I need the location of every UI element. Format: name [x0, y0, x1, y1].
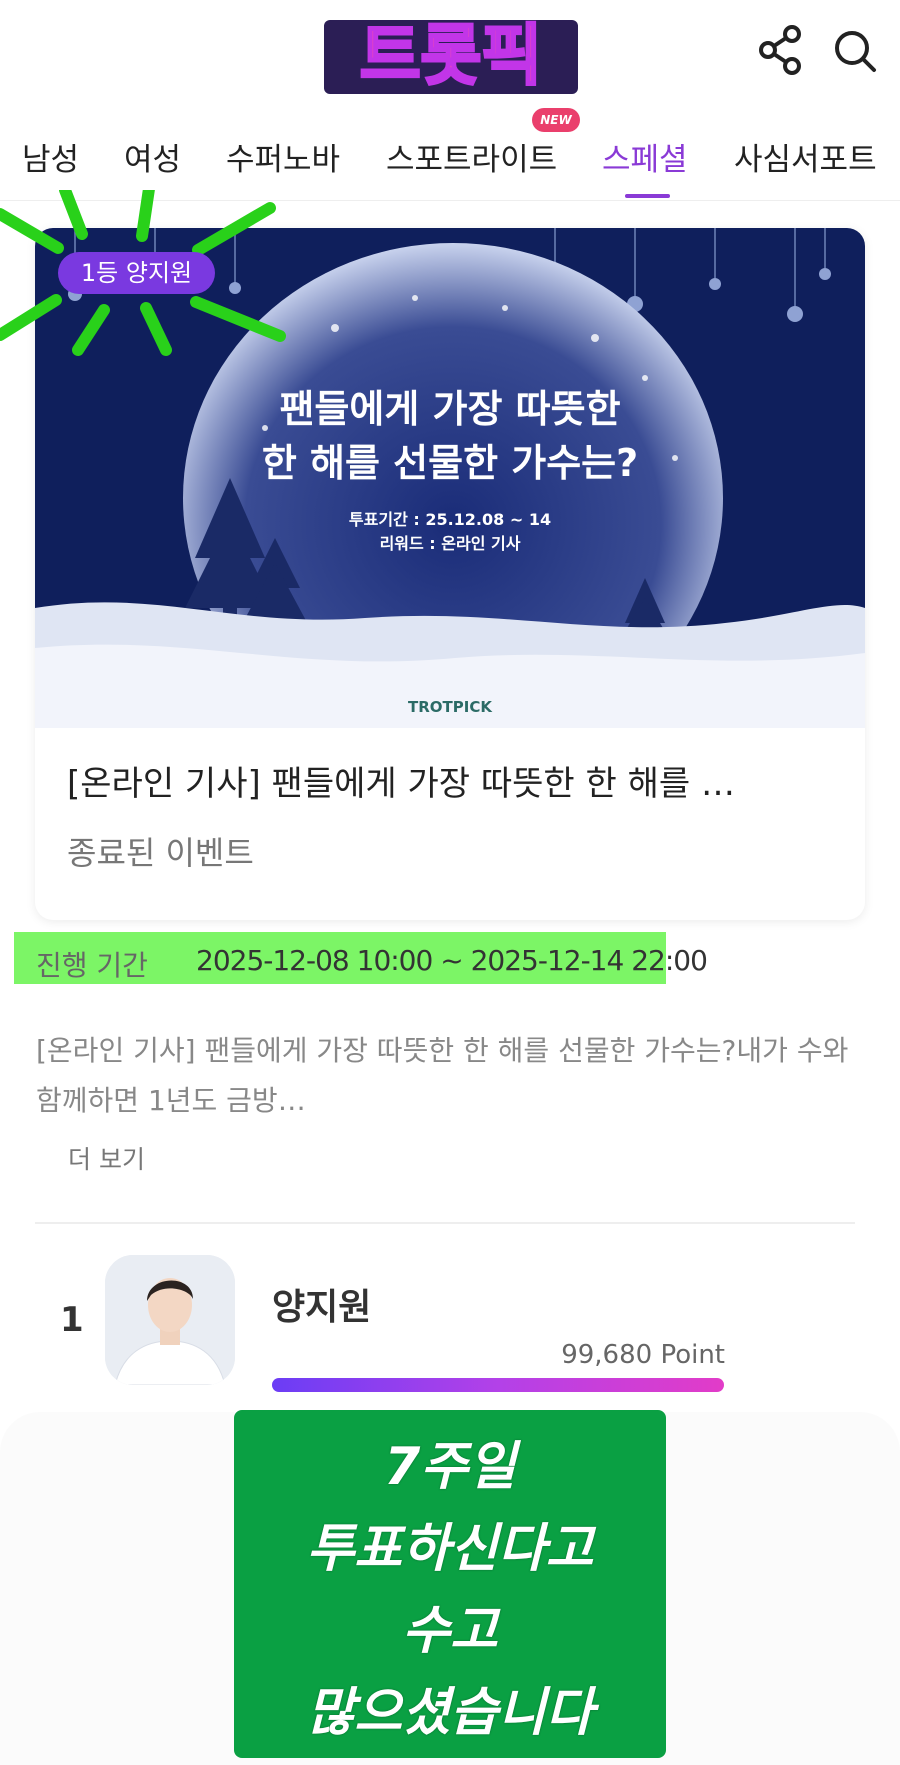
active-tab-indicator — [625, 194, 670, 198]
tab-supernova[interactable]: 수퍼노바 — [226, 134, 340, 179]
banner-brand: TROTPICK — [408, 698, 492, 716]
section-divider — [35, 1222, 855, 1224]
period-label: 진행 기간 — [36, 949, 148, 982]
message-line-1: 7주일 — [384, 1437, 516, 1497]
rank-number: 1 — [60, 1300, 84, 1340]
new-badge: NEW — [532, 108, 580, 132]
search-icon[interactable] — [832, 24, 878, 76]
app-header: 트롯픽 — [0, 0, 900, 99]
tab-private-support[interactable]: 사심서포트 — [734, 134, 877, 179]
banner-vote-period: 투표기간 : 25.12.08 ~ 14 — [348, 510, 552, 529]
period-value: 2025-12-08 10:00 ~ 2025-12-14 22:00 — [196, 944, 708, 977]
event-status: 종료된 이벤트 — [67, 834, 254, 872]
banner-headline-line2: 한 해를 선물한 가수는? — [261, 441, 639, 485]
tab-male[interactable]: 남성 — [22, 134, 79, 179]
vote-points: 99,680 Point — [561, 1340, 725, 1370]
share-icon[interactable] — [758, 24, 804, 76]
message-line-4: 많으셨습니다 — [306, 1683, 594, 1743]
category-tabs: 남성 여성 수퍼노바 스포트라이트 스페셜 사심서포트 — [0, 98, 900, 201]
vote-progress-bar — [272, 1378, 724, 1392]
banner-reward: 리워드 : 온라인 기사 — [379, 534, 521, 553]
more-button[interactable]: 더 보기 — [68, 1140, 145, 1176]
event-description: [온라인 기사] 팬들에게 가장 따뜻한 한 해를 선물한 가수는?내가 수와 … — [36, 1034, 849, 1117]
singer-name: 양지원 — [272, 1287, 372, 1328]
message-line-2: 투표하신다고 — [306, 1519, 594, 1579]
logo-text: 트롯픽 — [360, 17, 542, 94]
message-line-3: 수고 — [402, 1601, 498, 1661]
tab-special[interactable]: 스페셜 — [602, 134, 688, 179]
highlight-burst-decoration — [0, 190, 286, 356]
singer-avatar[interactable] — [105, 1255, 235, 1385]
overlay-message-box: 7주일 투표하신다고 수고 많으셨습니다 — [234, 1410, 666, 1758]
tab-spotlight[interactable]: 스포트라이트 — [386, 134, 557, 179]
top-rank-badge: 1등 양지원 — [58, 252, 215, 294]
event-title[interactable]: [온라인 기사] 팬들에게 가장 따뜻한 한 해를 … — [67, 756, 735, 805]
tab-female[interactable]: 여성 — [124, 134, 181, 179]
trotpick-logo[interactable]: 트롯픽 — [322, 6, 580, 98]
